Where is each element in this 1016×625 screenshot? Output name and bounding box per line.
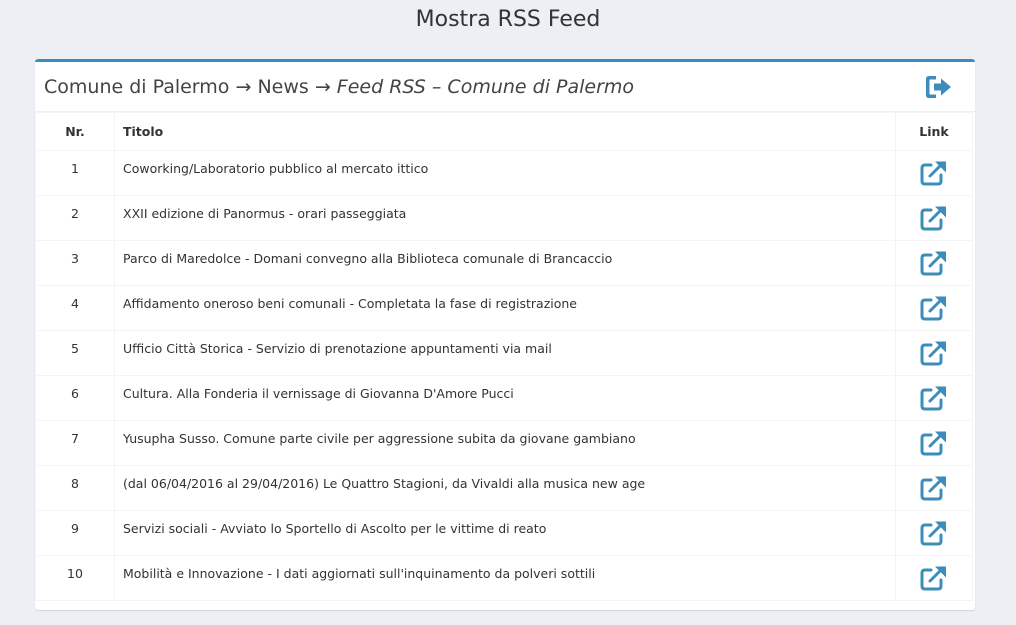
table-row: 8 (dal 06/04/2016 al 29/04/2016) Le Quat… (35, 465, 973, 511)
table-row: 7 Yusupha Susso. Comune parte civile per… (35, 420, 973, 466)
breadcrumb-section[interactable]: News (257, 76, 308, 98)
row-number: 4 (71, 295, 79, 311)
breadcrumb: Comune di Palermo → News → Feed RSS – Co… (44, 74, 634, 100)
table-body: 1 Coworking/Laboratorio pubblico al merc… (35, 150, 973, 601)
row-title: Mobilità e Innovazione - I dati aggiorna… (123, 565, 596, 581)
row-title: Yusupha Susso. Comune parte civile per a… (123, 430, 636, 446)
feed-table: Nr. Titolo Link 1 Coworking/Laboratorio … (35, 112, 973, 601)
row-number: 1 (71, 160, 79, 176)
row-title: Servizi sociali - Avviato lo Sportello d… (123, 520, 547, 536)
row-title: Ufficio Città Storica - Servizio di pren… (123, 340, 552, 356)
table-row: 6 Cultura. Alla Fonderia il vernissage d… (35, 375, 973, 421)
column-header-link: Link (895, 112, 973, 151)
row-title: (dal 06/04/2016 al 29/04/2016) Le Quattr… (123, 475, 646, 491)
external-link-icon[interactable] (919, 564, 949, 592)
row-number: 10 (67, 565, 83, 581)
row-number: 3 (71, 250, 79, 266)
row-number: 2 (71, 205, 79, 221)
table-row: 2 XXII edizione di Panormus - orari pass… (35, 195, 973, 241)
column-header-nr: Nr. (35, 112, 115, 151)
table-header-row: Nr. Titolo Link (35, 112, 973, 151)
table-row: 10 Mobilità e Innovazione - I dati aggio… (35, 555, 973, 601)
box-header: Comune di Palermo → News → Feed RSS – Co… (35, 62, 975, 112)
row-number: 5 (71, 340, 79, 356)
feed-box: Comune di Palermo → News → Feed RSS – Co… (35, 59, 975, 610)
external-link-icon[interactable] (919, 294, 949, 322)
breadcrumb-separator: → (235, 76, 252, 98)
row-title: Affidamento oneroso beni comunali - Comp… (123, 295, 577, 311)
column-header-title: Titolo (114, 112, 896, 151)
external-link-icon[interactable] (919, 429, 949, 457)
row-title: Cultura. Alla Fonderia il vernissage di … (123, 385, 514, 401)
external-link-icon[interactable] (919, 249, 949, 277)
page-title: Mostra RSS Feed (415, 7, 601, 32)
external-link-icon[interactable] (919, 519, 949, 547)
row-number: 8 (71, 475, 79, 491)
table-row: 3 Parco di Maredolce - Domani convegno a… (35, 240, 973, 286)
row-title: Coworking/Laboratorio pubblico al mercat… (123, 160, 429, 176)
row-number: 6 (71, 385, 79, 401)
external-link-icon[interactable] (919, 204, 949, 232)
external-link-icon[interactable] (919, 384, 949, 412)
row-title: XXII edizione di Panormus - orari passeg… (123, 205, 407, 221)
external-link-icon[interactable] (919, 474, 949, 502)
breadcrumb-root[interactable]: Comune di Palermo (44, 76, 229, 98)
table-row: 4 Affidamento oneroso beni comunali - Co… (35, 285, 973, 331)
breadcrumb-separator: → (314, 76, 331, 98)
breadcrumb-feed: Feed RSS – Comune di Palermo (336, 76, 635, 98)
table-row: 5 Ufficio Città Storica - Servizio di pr… (35, 330, 973, 376)
table-row: 1 Coworking/Laboratorio pubblico al merc… (35, 150, 973, 196)
table-row: 9 Servizi sociali - Avviato lo Sportello… (35, 510, 973, 556)
external-link-icon[interactable] (919, 159, 949, 187)
row-number: 9 (71, 520, 79, 536)
sign-out-icon (926, 76, 951, 98)
external-link-icon[interactable] (919, 339, 949, 367)
row-title: Parco di Maredolce - Domani convegno all… (123, 250, 613, 266)
exit-button[interactable] (925, 74, 953, 100)
row-number: 7 (71, 430, 79, 446)
